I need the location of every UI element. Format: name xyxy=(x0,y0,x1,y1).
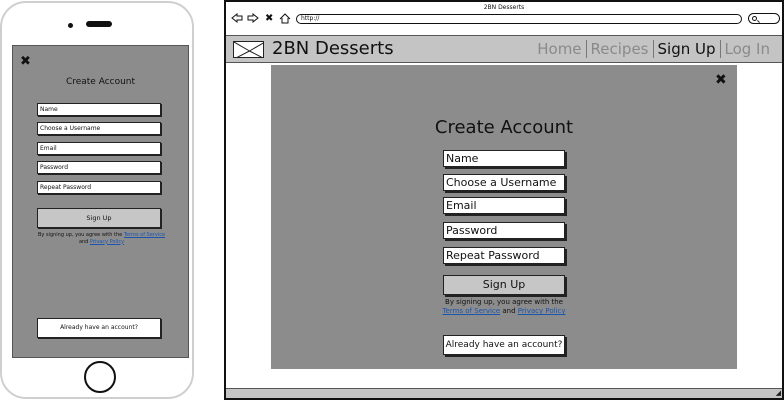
already-have-account-button[interactable]: Already have an account? xyxy=(443,335,565,355)
nav-item-sign-up[interactable]: Sign Up xyxy=(654,40,720,58)
phone-side-button xyxy=(0,131,1,155)
terms-text: By signing up, you agree with the Terms … xyxy=(391,298,617,316)
terms-prefix: By signing up, you agree with the xyxy=(445,298,563,306)
forward-arrow-icon[interactable] xyxy=(247,12,259,27)
resize-grip-icon[interactable]: ◢ xyxy=(776,390,781,397)
browser-toolbar: ✖ http:// xyxy=(226,10,782,30)
phone-screen: ✖ Create Account Name Choose a Username … xyxy=(12,45,189,358)
stop-icon[interactable]: ✖ xyxy=(265,13,273,25)
phone-create-account-title: Create Account xyxy=(65,77,136,87)
browser-window: 2BN Desserts ✖ http:// 2BN Desserts Home… xyxy=(224,0,784,400)
name-field[interactable]: Name xyxy=(443,150,565,167)
phone-speaker xyxy=(86,21,112,27)
email-field[interactable]: Email xyxy=(443,197,565,214)
close-icon[interactable]: ✖ xyxy=(20,55,31,68)
phone-terms-and: and xyxy=(78,238,89,245)
site-nav: Home Recipes Sign Up Log In xyxy=(533,40,774,58)
create-account-title: Create Account xyxy=(434,117,574,138)
back-arrow-icon[interactable] xyxy=(231,12,243,27)
phone-already-have-account-button[interactable]: Already have an account? xyxy=(37,318,161,338)
phone-password-field[interactable]: Password xyxy=(37,161,161,174)
phone-mockup: ✖ Create Account Name Choose a Username … xyxy=(0,1,194,399)
phone-terms-of-service-link[interactable]: Terms of Service xyxy=(124,232,165,238)
terms-and: and xyxy=(502,307,516,315)
sign-up-button[interactable]: Sign Up xyxy=(443,275,565,295)
phone-side-button xyxy=(0,99,1,123)
site-navbar: 2BN Desserts Home Recipes Sign Up Log In xyxy=(226,35,782,63)
nav-item-log-in[interactable]: Log In xyxy=(721,40,775,58)
browser-status-bar: ◢ xyxy=(226,388,782,398)
phone-username-field[interactable]: Choose a Username xyxy=(37,122,161,135)
phone-privacy-policy-link[interactable]: Privacy Policy xyxy=(90,239,124,245)
search-icon xyxy=(752,16,757,21)
create-account-modal: ✖ Create Account Name Choose a Username … xyxy=(271,65,737,369)
url-bar[interactable]: http:// xyxy=(296,14,742,24)
password-field[interactable]: Password xyxy=(443,222,565,239)
username-field[interactable]: Choose a Username xyxy=(443,174,565,191)
phone-name-field[interactable]: Name xyxy=(37,103,161,116)
site-title[interactable]: 2BN Desserts xyxy=(272,38,394,60)
nav-item-recipes[interactable]: Recipes xyxy=(587,40,653,58)
browser-search-bar[interactable] xyxy=(748,13,780,24)
phone-email-field[interactable]: Email xyxy=(37,142,161,155)
phone-repeat-password-field[interactable]: Repeat Password xyxy=(37,181,161,194)
nav-item-home[interactable]: Home xyxy=(533,40,585,58)
close-icon[interactable]: ✖ xyxy=(715,73,727,87)
home-icon[interactable] xyxy=(279,13,291,28)
terms-of-service-link[interactable]: Terms of Service xyxy=(442,307,500,315)
phone-sign-up-button[interactable]: Sign Up xyxy=(37,208,161,228)
phone-home-button[interactable] xyxy=(84,361,116,393)
repeat-password-field[interactable]: Repeat Password xyxy=(443,247,565,264)
privacy-policy-link[interactable]: Privacy Policy xyxy=(518,307,566,315)
phone-terms-prefix: By signing up, you agree with the xyxy=(37,232,123,238)
phone-camera xyxy=(68,23,73,28)
logo-image-placeholder-icon[interactable] xyxy=(233,41,264,58)
phone-side-button xyxy=(0,73,1,87)
phone-terms-text: By signing up, you agree with the Terms … xyxy=(23,232,180,245)
